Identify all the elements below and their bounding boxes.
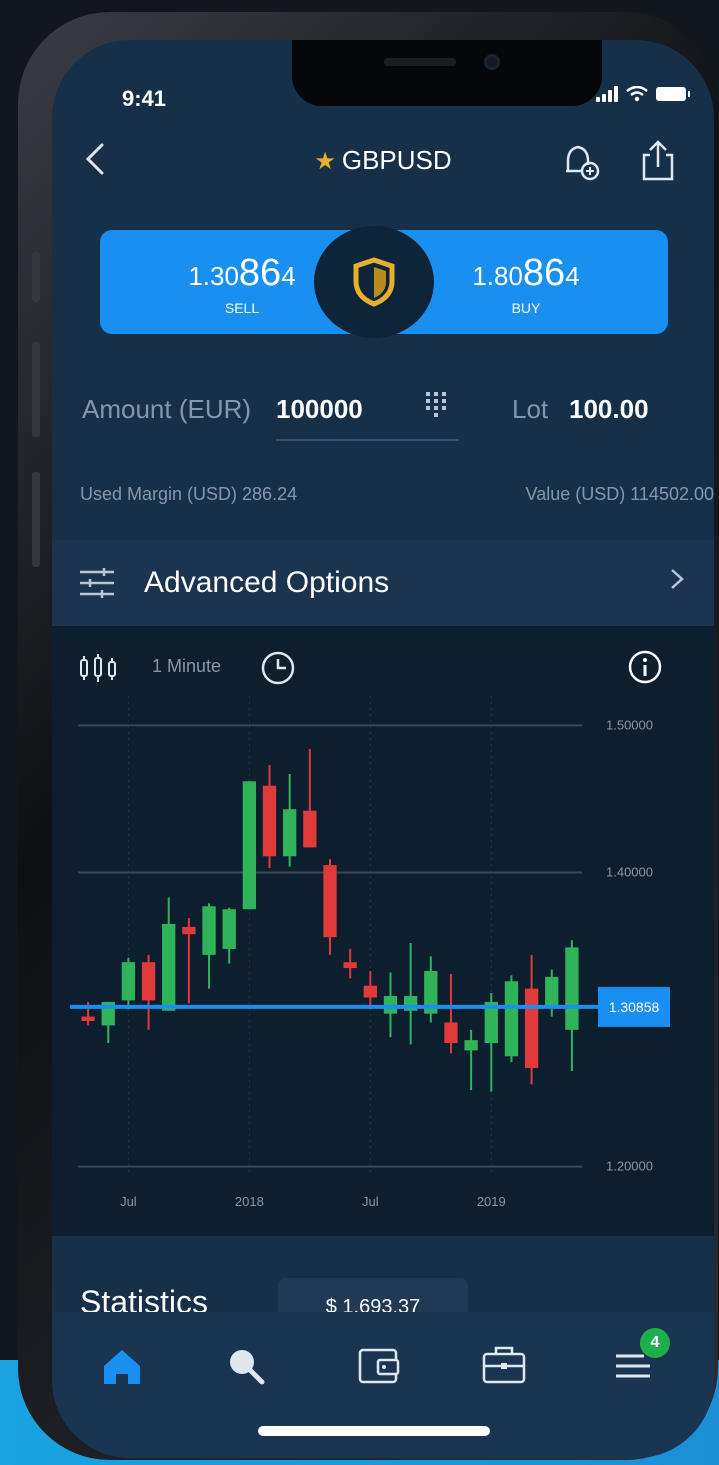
candle-body xyxy=(343,962,357,969)
tab-menu[interactable]: 4 xyxy=(608,1328,670,1394)
x-tick-label: 2018 xyxy=(235,1194,264,1209)
share-button[interactable] xyxy=(638,139,678,183)
candle-body xyxy=(242,781,257,910)
phone-side-button xyxy=(32,342,40,437)
tab-portfolio[interactable] xyxy=(476,1338,532,1394)
notch xyxy=(292,40,602,106)
advanced-options-row[interactable]: Advanced Options xyxy=(52,540,714,626)
protection-button[interactable] xyxy=(314,226,434,338)
candle-body xyxy=(141,962,156,1001)
lot-input[interactable]: 100.00 xyxy=(569,394,649,425)
home-icon xyxy=(104,1350,140,1384)
candle-body xyxy=(262,785,277,857)
candle-body xyxy=(121,962,136,1001)
header: ★ GBPUSD xyxy=(52,135,714,195)
status-time: 9:41 xyxy=(122,86,167,111)
wallet-icon xyxy=(358,1348,400,1384)
shield-icon xyxy=(353,257,395,307)
amount-row: Amount (EUR) 100000 Lot 100.00 xyxy=(52,380,714,450)
price-chart[interactable]: 1.50000 1.40000 1.20000 Jul 2018 Jul 2019 1.308… xyxy=(52,626,714,1236)
speaker xyxy=(384,58,456,66)
chart-section: 1.50000 1.40000 1.20000 Jul 2018 Jul 2019 1.308… xyxy=(52,626,714,1236)
candle-body xyxy=(565,947,579,1030)
chart-toolbar: 1 Minute xyxy=(52,646,714,690)
advanced-options-label: Advanced Options xyxy=(144,566,390,599)
candle-body xyxy=(524,988,539,1069)
tab-home[interactable] xyxy=(94,1338,150,1394)
info-button[interactable] xyxy=(628,650,662,684)
sliders-icon xyxy=(80,568,114,598)
tab-wallet[interactable] xyxy=(352,1338,408,1394)
portfolio-icon xyxy=(482,1346,526,1384)
amount-label: Amount (EUR) xyxy=(82,394,252,424)
camera xyxy=(484,54,500,70)
battery-icon xyxy=(656,87,690,101)
keypad-icon xyxy=(426,392,446,417)
candle-body xyxy=(182,926,196,935)
candle-body xyxy=(545,976,559,1007)
wifi-icon xyxy=(626,86,648,102)
y-tick-label: 1.40000 xyxy=(606,864,653,879)
candle-body xyxy=(383,996,398,1014)
phone-side-button xyxy=(32,252,40,302)
candle-body xyxy=(202,906,216,955)
candle-body xyxy=(303,810,317,848)
price-alert-icon xyxy=(566,145,600,181)
chevron-right-icon xyxy=(668,562,686,605)
trade-bar: 1.30864 SELL 1.80864 BUY xyxy=(100,226,668,338)
instrument-title[interactable]: ★ GBPUSD xyxy=(52,145,714,176)
amount-input[interactable]: 100000 xyxy=(276,394,363,425)
lot-label: Lot xyxy=(512,394,549,424)
time-range-button[interactable] xyxy=(260,650,296,686)
x-tick-label: Jul xyxy=(120,1194,137,1209)
candle-body xyxy=(504,981,519,1057)
app-screen: 9:41 ★ GBPUSD 1.30864 SELL 1.80864 BUY A… xyxy=(52,40,714,1458)
share-icon xyxy=(642,140,674,181)
candle-body xyxy=(222,909,236,949)
home-indicator xyxy=(258,1426,490,1436)
candle-body xyxy=(464,1040,478,1051)
y-tick-label: 1.20000 xyxy=(606,1159,653,1174)
candle-body xyxy=(444,1022,458,1044)
current-price-label: 1.30858 xyxy=(609,999,660,1015)
notification-badge: 4 xyxy=(640,1328,670,1358)
chart-type-button[interactable] xyxy=(78,652,118,684)
tab-bar: 4 xyxy=(52,1312,714,1458)
candle-body xyxy=(283,809,297,857)
price-alert-button[interactable] xyxy=(560,141,604,185)
candlestick-icon xyxy=(80,654,116,682)
margin-row: Used Margin (USD) 286.24 Value (USD) 114… xyxy=(52,484,714,514)
keypad-button[interactable] xyxy=(424,390,452,422)
star-icon[interactable]: ★ xyxy=(314,148,336,175)
x-tick-label: 2019 xyxy=(477,1194,506,1209)
candle-body xyxy=(162,923,176,1011)
value-text: Value (USD) 114502.00 xyxy=(525,484,714,504)
candle-body xyxy=(323,865,337,938)
used-margin-text: Used Margin (USD) 286.24 xyxy=(80,484,298,504)
symbol-label: GBPUSD xyxy=(341,145,452,175)
amount-underline xyxy=(276,439,459,441)
phone-frame: 9:41 ★ GBPUSD 1.30864 SELL 1.80864 BUY A… xyxy=(18,12,718,1460)
candle-body xyxy=(363,985,377,998)
status-icons xyxy=(596,86,690,102)
timeframe-selector[interactable]: 1 Minute xyxy=(152,656,221,677)
candle-body xyxy=(81,1016,95,1021)
x-tick-label: Jul xyxy=(362,1194,379,1209)
search-icon xyxy=(230,1350,265,1385)
info-icon xyxy=(628,650,662,684)
y-tick-label: 1.50000 xyxy=(606,717,653,732)
clock-icon xyxy=(261,651,295,685)
phone-side-button xyxy=(32,472,40,567)
tab-search[interactable] xyxy=(218,1338,274,1394)
